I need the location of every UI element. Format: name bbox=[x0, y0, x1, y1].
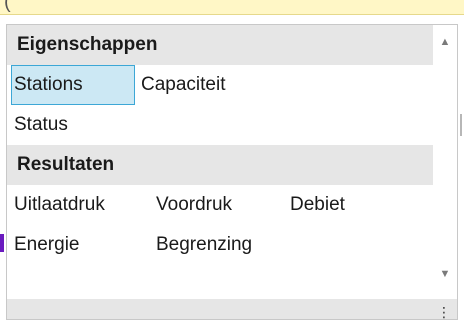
dropdown-content: Eigenschappen Stations Capaciteit Status… bbox=[7, 25, 433, 319]
list-item-label: Status bbox=[14, 114, 68, 135]
triangle-up-icon: ▲ bbox=[439, 36, 451, 48]
list-item-uitlaatdruk[interactable]: Uitlaatdruk bbox=[11, 185, 151, 225]
scroll-up-button[interactable]: ▲ bbox=[433, 31, 457, 53]
list-item-capaciteit[interactable]: Capaciteit bbox=[138, 65, 278, 105]
screen: ( Eigenschappen Stations Capaciteit Stat… bbox=[0, 0, 464, 320]
scroll-down-button[interactable]: ▼ bbox=[433, 263, 457, 285]
list-item-label: Debiet bbox=[290, 194, 345, 215]
list-item-label: Begrenzing bbox=[156, 234, 253, 255]
list-item-status[interactable]: Status bbox=[11, 105, 135, 145]
background-tooltip-strip: ( bbox=[0, 0, 464, 15]
list-item-energie[interactable]: Energie bbox=[11, 225, 151, 265]
list-item-label: Energie bbox=[14, 234, 80, 255]
list-item-stations[interactable]: Stations bbox=[11, 65, 135, 105]
background-accent-mark bbox=[0, 234, 4, 252]
background-divider-mark bbox=[460, 114, 462, 136]
category-header-resultaten: Resultaten bbox=[7, 145, 433, 185]
categorized-dropdown-popup: Eigenschappen Stations Capaciteit Status… bbox=[6, 24, 458, 320]
list-item-label: Stations bbox=[14, 74, 83, 95]
resize-grip-icon[interactable]: ⋮ bbox=[437, 305, 451, 319]
vertical-scrollbar[interactable]: ▲ ▼ bbox=[433, 25, 457, 319]
list-item-label: Uitlaatdruk bbox=[14, 194, 105, 215]
category-title: Eigenschappen bbox=[17, 34, 158, 55]
list-item-begrenzing[interactable]: Begrenzing bbox=[153, 225, 293, 265]
list-item-voordruk[interactable]: Voordruk bbox=[153, 185, 283, 225]
list-item-debiet[interactable]: Debiet bbox=[287, 185, 407, 225]
category-header-eigenschappen: Eigenschappen bbox=[7, 25, 433, 65]
list-item-label: Voordruk bbox=[156, 194, 233, 215]
category-title: Resultaten bbox=[17, 154, 115, 175]
list-item-label: Capaciteit bbox=[141, 74, 226, 95]
background-tooltip-text: ( bbox=[4, 0, 11, 13]
dropdown-footer-strip: ⋮ bbox=[7, 299, 457, 319]
triangle-down-icon: ▼ bbox=[439, 268, 451, 280]
